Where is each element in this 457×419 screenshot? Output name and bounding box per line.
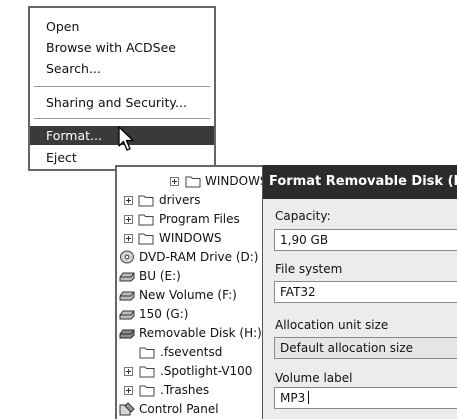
menu-separator [34, 86, 210, 87]
tree-item-label: BU (E:) [139, 269, 181, 283]
capacity-value: 1,90 GB [280, 233, 329, 247]
folder-icon [185, 176, 201, 188]
volume-label-value: MP3 [280, 391, 306, 405]
tree-item-label: Program Files [159, 212, 240, 226]
drive-icon [119, 291, 135, 301]
tree-item-label: New Volume (F:) [139, 288, 237, 302]
volume-label-input[interactable]: MP3 [274, 387, 457, 409]
tree-item-label: 150 (G:) [139, 307, 189, 321]
expand-icon[interactable] [124, 234, 133, 243]
drive-icon [119, 272, 135, 282]
menu-item-sharing-security[interactable]: Sharing and Security... [30, 93, 214, 112]
tree-item-label: drivers [159, 193, 201, 207]
tree-item-label: Removable Disk (H:) [139, 326, 262, 340]
tree-item-label: .fseventsd [160, 345, 223, 359]
capacity-select[interactable]: 1,90 GB [274, 229, 457, 251]
tree-item-label: DVD-RAM Drive (D:) [139, 250, 259, 264]
allocation-select[interactable]: Default allocation size [274, 337, 457, 359]
folder-icon [139, 347, 155, 359]
folder-icon [138, 195, 154, 207]
folder-icon [139, 385, 155, 397]
mouse-pointer-icon [118, 126, 134, 151]
dvd-drive-icon [120, 250, 134, 264]
control-panel-icon [119, 402, 135, 416]
allocation-label: Allocation unit size [275, 318, 389, 332]
folder-tree: WINDOWS drivers Program Files WINDOWS DV… [115, 165, 268, 419]
expand-icon[interactable] [124, 367, 133, 376]
tree-item-label: WINDOWS [205, 174, 268, 188]
expand-icon[interactable] [124, 215, 133, 224]
filesystem-select[interactable]: FAT32 [274, 281, 457, 303]
menu-item-open[interactable]: Open [30, 17, 214, 36]
menu-item-browse-acdsee[interactable]: Browse with ACDSee [30, 38, 214, 57]
dialog-title: Format Removable Disk (H: [263, 165, 457, 199]
expand-icon[interactable] [124, 386, 133, 395]
allocation-value: Default allocation size [280, 341, 414, 355]
expand-icon[interactable] [124, 196, 133, 205]
volume-label-label: Volume label [275, 371, 353, 385]
folder-icon [139, 366, 155, 378]
tree-item-label: WINDOWS [159, 231, 222, 245]
drive-icon [119, 310, 135, 320]
removable-drive-icon [119, 329, 135, 339]
tree-item-label: .Spotlight-V100 [160, 364, 253, 378]
folder-icon [138, 233, 154, 245]
capacity-label: Capacity: [275, 209, 331, 223]
text-caret [308, 391, 310, 404]
filesystem-label: File system [275, 262, 343, 276]
tree-item-label: .Trashes [160, 383, 210, 397]
menu-separator [34, 118, 210, 119]
filesystem-value: FAT32 [280, 285, 316, 299]
tree-item-label: Control Panel [139, 402, 219, 416]
expand-icon[interactable] [170, 177, 179, 186]
menu-item-search[interactable]: Search... [30, 59, 214, 78]
folder-icon [138, 214, 154, 226]
format-dialog: Format Removable Disk (H: Capacity: 1,90… [262, 165, 457, 419]
